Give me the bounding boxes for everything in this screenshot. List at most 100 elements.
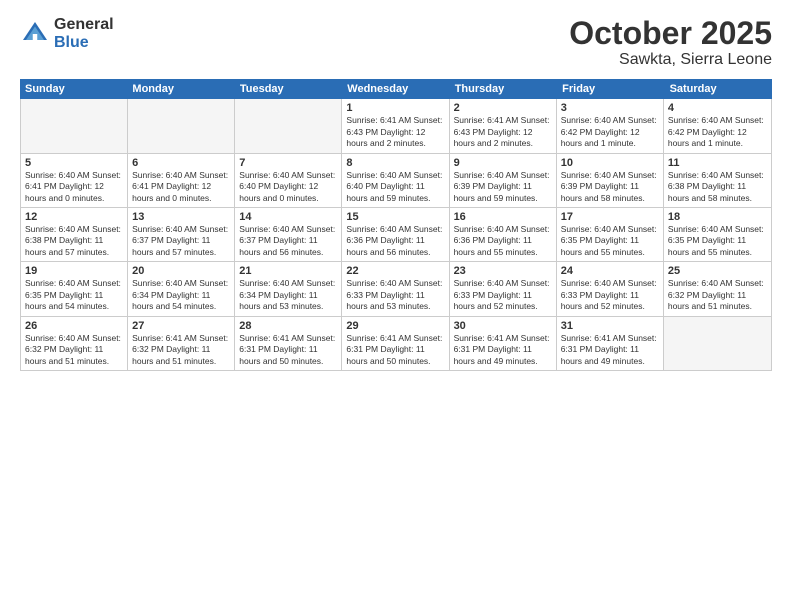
day-info: Sunrise: 6:40 AM Sunset: 6:41 PM Dayligh… (132, 170, 230, 204)
day-info: Sunrise: 6:40 AM Sunset: 6:32 PM Dayligh… (668, 278, 767, 312)
day-header-monday: Monday (127, 79, 234, 99)
day-number: 30 (454, 320, 552, 332)
calendar-cell: 27Sunrise: 6:41 AM Sunset: 6:32 PM Dayli… (128, 317, 235, 370)
calendar-cell: 15Sunrise: 6:40 AM Sunset: 6:36 PM Dayli… (342, 208, 449, 261)
day-number: 22 (346, 265, 444, 277)
calendar-cell: 23Sunrise: 6:40 AM Sunset: 6:33 PM Dayli… (450, 262, 557, 315)
day-number: 25 (668, 265, 767, 277)
calendar-row-3: 12Sunrise: 6:40 AM Sunset: 6:38 PM Dayli… (21, 208, 771, 262)
day-header-friday: Friday (557, 79, 664, 99)
day-info: Sunrise: 6:40 AM Sunset: 6:38 PM Dayligh… (25, 224, 123, 258)
day-header-sunday: Sunday (20, 79, 127, 99)
day-info: Sunrise: 6:40 AM Sunset: 6:39 PM Dayligh… (561, 170, 659, 204)
calendar-cell: 4Sunrise: 6:40 AM Sunset: 6:42 PM Daylig… (664, 99, 771, 152)
calendar-body-outer: 1Sunrise: 6:41 AM Sunset: 6:43 PM Daylig… (20, 99, 772, 371)
calendar-cell: 25Sunrise: 6:40 AM Sunset: 6:32 PM Dayli… (664, 262, 771, 315)
day-number: 27 (132, 320, 230, 332)
location-title: Sawkta, Sierra Leone (569, 51, 772, 69)
day-info: Sunrise: 6:40 AM Sunset: 6:40 PM Dayligh… (239, 170, 337, 204)
day-header-tuesday: Tuesday (235, 79, 342, 99)
day-number: 8 (346, 157, 444, 169)
day-number: 4 (668, 102, 767, 114)
day-info: Sunrise: 6:40 AM Sunset: 6:32 PM Dayligh… (25, 333, 123, 367)
day-number: 2 (454, 102, 552, 114)
calendar-cell: 18Sunrise: 6:40 AM Sunset: 6:35 PM Dayli… (664, 208, 771, 261)
day-info: Sunrise: 6:40 AM Sunset: 6:42 PM Dayligh… (668, 115, 767, 149)
calendar-row-1: 1Sunrise: 6:41 AM Sunset: 6:43 PM Daylig… (21, 99, 771, 153)
day-info: Sunrise: 6:40 AM Sunset: 6:41 PM Dayligh… (25, 170, 123, 204)
day-number: 1 (346, 102, 444, 114)
day-number: 29 (346, 320, 444, 332)
day-info: Sunrise: 6:41 AM Sunset: 6:43 PM Dayligh… (454, 115, 552, 149)
day-number: 9 (454, 157, 552, 169)
day-number: 18 (668, 211, 767, 223)
month-title: October 2025 (569, 16, 772, 51)
day-info: Sunrise: 6:41 AM Sunset: 6:32 PM Dayligh… (132, 333, 230, 367)
calendar-cell (664, 317, 771, 370)
calendar-cell: 10Sunrise: 6:40 AM Sunset: 6:39 PM Dayli… (557, 154, 664, 207)
calendar-cell: 30Sunrise: 6:41 AM Sunset: 6:31 PM Dayli… (450, 317, 557, 370)
logo: General Blue (20, 16, 114, 51)
day-info: Sunrise: 6:40 AM Sunset: 6:36 PM Dayligh… (346, 224, 444, 258)
day-header-saturday: Saturday (665, 79, 772, 99)
day-header-wednesday: Wednesday (342, 79, 449, 99)
day-info: Sunrise: 6:40 AM Sunset: 6:35 PM Dayligh… (561, 224, 659, 258)
day-number: 16 (454, 211, 552, 223)
day-number: 7 (239, 157, 337, 169)
calendar-cell: 19Sunrise: 6:40 AM Sunset: 6:35 PM Dayli… (21, 262, 128, 315)
day-number: 21 (239, 265, 337, 277)
calendar-cell: 8Sunrise: 6:40 AM Sunset: 6:40 PM Daylig… (342, 154, 449, 207)
calendar-cell: 24Sunrise: 6:40 AM Sunset: 6:33 PM Dayli… (557, 262, 664, 315)
day-info: Sunrise: 6:40 AM Sunset: 6:37 PM Dayligh… (239, 224, 337, 258)
calendar-cell: 11Sunrise: 6:40 AM Sunset: 6:38 PM Dayli… (664, 154, 771, 207)
day-number: 14 (239, 211, 337, 223)
day-info: Sunrise: 6:40 AM Sunset: 6:39 PM Dayligh… (454, 170, 552, 204)
calendar-cell: 28Sunrise: 6:41 AM Sunset: 6:31 PM Dayli… (235, 317, 342, 370)
calendar-cell: 21Sunrise: 6:40 AM Sunset: 6:34 PM Dayli… (235, 262, 342, 315)
calendar-row-2: 5Sunrise: 6:40 AM Sunset: 6:41 PM Daylig… (21, 154, 771, 208)
day-number: 11 (668, 157, 767, 169)
calendar-cell: 5Sunrise: 6:40 AM Sunset: 6:41 PM Daylig… (21, 154, 128, 207)
calendar-cell: 20Sunrise: 6:40 AM Sunset: 6:34 PM Dayli… (128, 262, 235, 315)
day-number: 24 (561, 265, 659, 277)
day-header-thursday: Thursday (450, 79, 557, 99)
logo-blue-label: Blue (54, 34, 114, 52)
day-number: 26 (25, 320, 123, 332)
calendar-cell: 29Sunrise: 6:41 AM Sunset: 6:31 PM Dayli… (342, 317, 449, 370)
logo-general-label: General (54, 16, 114, 34)
calendar-cell (21, 99, 128, 152)
day-info: Sunrise: 6:40 AM Sunset: 6:33 PM Dayligh… (454, 278, 552, 312)
day-info: Sunrise: 6:40 AM Sunset: 6:35 PM Dayligh… (25, 278, 123, 312)
day-info: Sunrise: 6:40 AM Sunset: 6:35 PM Dayligh… (668, 224, 767, 258)
day-info: Sunrise: 6:40 AM Sunset: 6:34 PM Dayligh… (132, 278, 230, 312)
day-info: Sunrise: 6:40 AM Sunset: 6:33 PM Dayligh… (561, 278, 659, 312)
day-info: Sunrise: 6:41 AM Sunset: 6:43 PM Dayligh… (346, 115, 444, 149)
day-number: 23 (454, 265, 552, 277)
day-number: 31 (561, 320, 659, 332)
day-info: Sunrise: 6:40 AM Sunset: 6:38 PM Dayligh… (668, 170, 767, 204)
calendar-cell (128, 99, 235, 152)
day-info: Sunrise: 6:41 AM Sunset: 6:31 PM Dayligh… (454, 333, 552, 367)
day-info: Sunrise: 6:40 AM Sunset: 6:34 PM Dayligh… (239, 278, 337, 312)
calendar: SundayMondayTuesdayWednesdayThursdayFrid… (20, 79, 772, 602)
calendar-cell: 31Sunrise: 6:41 AM Sunset: 6:31 PM Dayli… (557, 317, 664, 370)
day-info: Sunrise: 6:41 AM Sunset: 6:31 PM Dayligh… (239, 333, 337, 367)
day-number: 6 (132, 157, 230, 169)
calendar-cell: 2Sunrise: 6:41 AM Sunset: 6:43 PM Daylig… (450, 99, 557, 152)
day-info: Sunrise: 6:40 AM Sunset: 6:37 PM Dayligh… (132, 224, 230, 258)
header: General Blue October 2025 Sawkta, Sierra… (20, 16, 772, 69)
day-info: Sunrise: 6:40 AM Sunset: 6:42 PM Dayligh… (561, 115, 659, 149)
calendar-body: 1Sunrise: 6:41 AM Sunset: 6:43 PM Daylig… (21, 99, 771, 370)
logo-text: General Blue (54, 16, 114, 51)
day-info: Sunrise: 6:41 AM Sunset: 6:31 PM Dayligh… (346, 333, 444, 367)
calendar-cell: 14Sunrise: 6:40 AM Sunset: 6:37 PM Dayli… (235, 208, 342, 261)
day-number: 3 (561, 102, 659, 114)
calendar-row-5: 26Sunrise: 6:40 AM Sunset: 6:32 PM Dayli… (21, 317, 771, 370)
day-info: Sunrise: 6:41 AM Sunset: 6:31 PM Dayligh… (561, 333, 659, 367)
title-block: October 2025 Sawkta, Sierra Leone (569, 16, 772, 69)
day-number: 20 (132, 265, 230, 277)
calendar-cell: 22Sunrise: 6:40 AM Sunset: 6:33 PM Dayli… (342, 262, 449, 315)
day-number: 19 (25, 265, 123, 277)
calendar-cell: 6Sunrise: 6:40 AM Sunset: 6:41 PM Daylig… (128, 154, 235, 207)
calendar-cell: 9Sunrise: 6:40 AM Sunset: 6:39 PM Daylig… (450, 154, 557, 207)
